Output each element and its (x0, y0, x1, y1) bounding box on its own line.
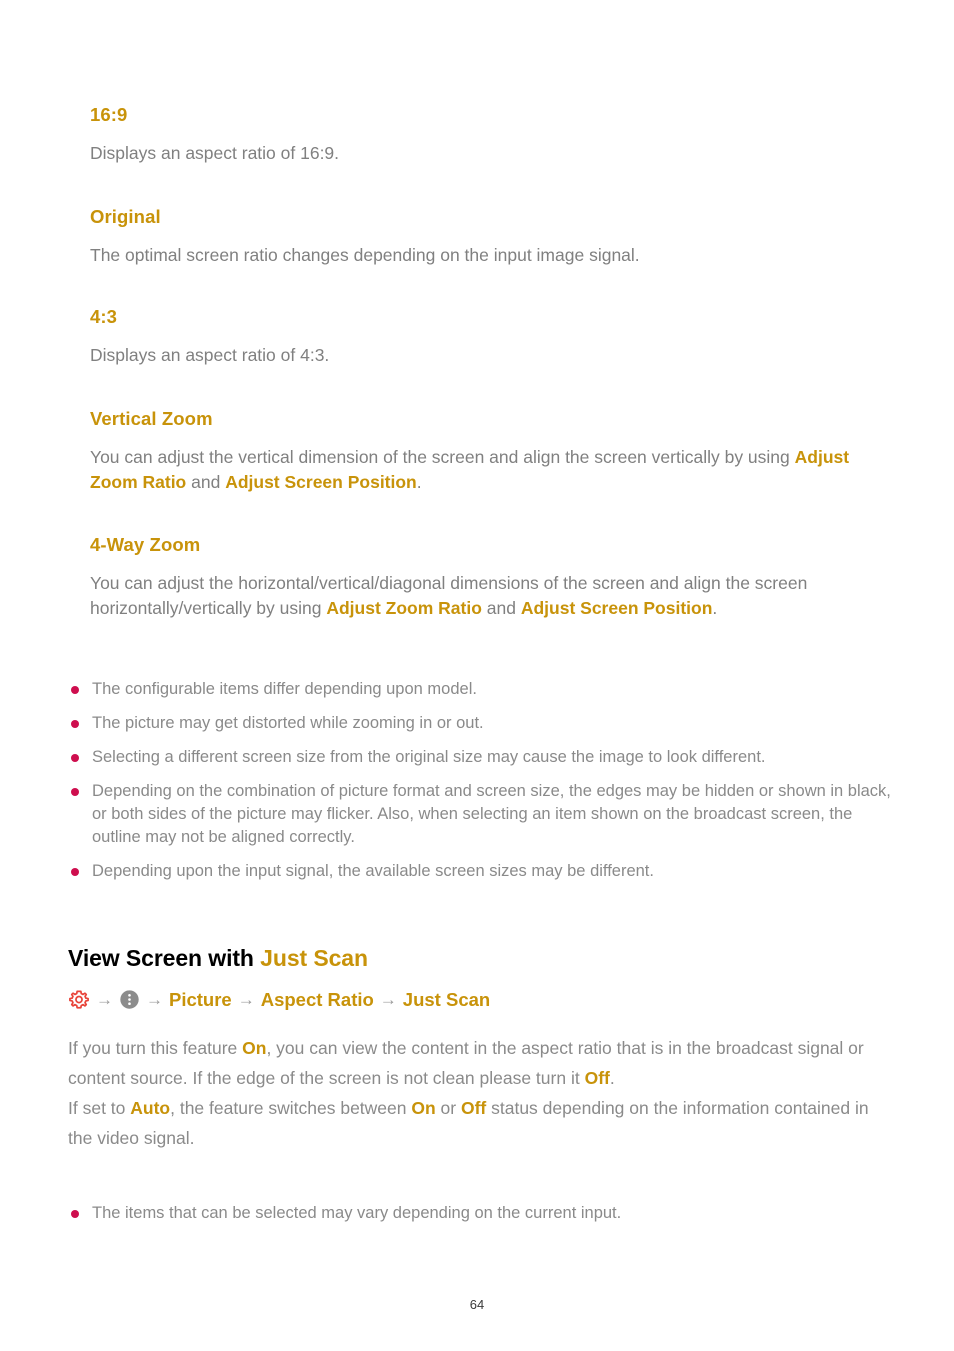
value-auto: Auto (130, 1097, 171, 1118)
manual-page: 16:9 Displays an aspect ratio of 16:9. O… (0, 0, 954, 1351)
paragraph-text: . (712, 598, 718, 619)
paragraph-text: or (435, 1097, 461, 1118)
paragraph-text: You can adjust the vertical dimension of… (90, 447, 795, 468)
list-item: Selecting a different screen size from t… (64, 746, 899, 769)
value-off: Off (460, 1097, 487, 1118)
subsection-paragraph: Displays an aspect ratio of 4:3. (90, 343, 894, 368)
section-4-way-zoom: 4-Way Zoom You can adjust the horizontal… (0, 534, 954, 621)
list-item: Depending on the combination of picture … (64, 780, 899, 849)
note-text: The items that can be selected may vary … (92, 1204, 622, 1222)
bullet-icon (71, 788, 79, 796)
note-text: Selecting a different screen size from t… (92, 748, 766, 766)
value-on: On (411, 1097, 436, 1118)
paragraph-text: Displays an aspect ratio of 4:3. (90, 345, 330, 366)
bullet-icon (71, 868, 79, 876)
bullet-icon (71, 1210, 79, 1218)
breadcrumb-item-aspect-ratio[interactable]: Aspect Ratio (261, 990, 374, 1010)
setting-name-adjust-zoom-ratio: Adjust Zoom Ratio (326, 598, 482, 619)
list-item: The items that can be selected may vary … (64, 1202, 899, 1225)
note-text: Depending upon the input signal, the ava… (92, 862, 654, 880)
list-item: Depending upon the input signal, the ava… (64, 860, 899, 883)
list-item: The configurable items differ depending … (64, 678, 899, 701)
list-item: The picture may get distorted while zoom… (64, 712, 899, 735)
note-text: Depending on the combination of picture … (92, 782, 891, 846)
section-original: Original The optimal screen ratio change… (0, 206, 954, 268)
note-list: The items that can be selected may vary … (64, 1202, 899, 1225)
section-16-9: 16:9 Displays an aspect ratio of 16:9. (0, 104, 954, 166)
page-number: 64 (469, 1297, 485, 1312)
breadcrumb-item-picture[interactable]: Picture (169, 990, 232, 1010)
subsection-heading: 16:9 (90, 104, 128, 125)
subsection-heading: 4:3 (90, 306, 118, 327)
subsection-heading: Vertical Zoom (90, 408, 213, 429)
paragraph-just-scan-on-off: If you turn this feature On, you can vie… (68, 1033, 879, 1093)
breadcrumb-arrow-icon: → (146, 990, 163, 1010)
section-just-scan: View Screen with Just Scan → → Picture →… (0, 944, 954, 1153)
breadcrumb: → → Picture → Aspect Ratio → Just Scan (68, 989, 954, 1011)
value-on: On (242, 1037, 267, 1058)
note-list: The configurable items differ depending … (64, 678, 899, 883)
subsection-paragraph: You can adjust the vertical dimension of… (90, 445, 894, 495)
paragraph-just-scan-auto: If set to Auto, the feature switches bet… (68, 1093, 879, 1153)
paragraph-text: . (609, 1067, 615, 1088)
title-plain-text: View Screen with (68, 945, 261, 971)
value-off: Off (584, 1067, 610, 1088)
note-text: The picture may get distorted while zoom… (92, 714, 484, 732)
paragraph-text: . (416, 472, 422, 493)
subsection-heading: Original (90, 206, 161, 227)
bullet-icon (71, 686, 79, 694)
subsection-paragraph: Displays an aspect ratio of 16:9. (90, 141, 894, 166)
paragraph-text: If set to (68, 1097, 131, 1118)
paragraph-text: and (186, 472, 226, 493)
bullet-icon (71, 754, 79, 762)
setting-name-adjust-screen-position: Adjust Screen Position (520, 598, 713, 619)
bullet-icon (71, 720, 79, 728)
section-body: If you turn this feature On, you can vie… (68, 1033, 879, 1153)
subsection-heading: 4-Way Zoom (90, 534, 201, 555)
title-accent-text: Just Scan (260, 945, 368, 971)
paragraph-text: The optimal screen ratio changes dependi… (90, 245, 640, 266)
breadcrumb-arrow-icon: → (379, 990, 397, 1010)
paragraph-text: and (481, 598, 521, 619)
more-vertical-icon[interactable] (119, 989, 140, 1010)
paragraph-text: Displays an aspect ratio of 16:9. (90, 143, 340, 164)
breadcrumb-item-just-scan[interactable]: Just Scan (403, 990, 490, 1010)
paragraph-text: , the feature switches between (170, 1097, 412, 1118)
breadcrumb-arrow-icon: → (96, 990, 113, 1010)
gear-icon[interactable] (68, 989, 90, 1011)
note-text: The configurable items differ depending … (92, 680, 477, 698)
notes-just-scan: The items that can be selected may vary … (0, 1202, 954, 1225)
subsection-paragraph: The optimal screen ratio changes dependi… (90, 243, 894, 268)
breadcrumb-arrow-icon: → (237, 990, 255, 1010)
page-title: View Screen with Just Scan (68, 944, 954, 973)
section-vertical-zoom: Vertical Zoom You can adjust the vertica… (0, 408, 954, 495)
paragraph-text: If you turn this feature (68, 1037, 243, 1058)
section-4-3: 4:3 Displays an aspect ratio of 4:3. (0, 306, 954, 368)
notes-aspect-ratio: The configurable items differ depending … (0, 678, 954, 883)
setting-name-adjust-screen-position: Adjust Screen Position (225, 472, 417, 493)
subsection-paragraph: You can adjust the horizontal/vertical/d… (90, 571, 894, 621)
